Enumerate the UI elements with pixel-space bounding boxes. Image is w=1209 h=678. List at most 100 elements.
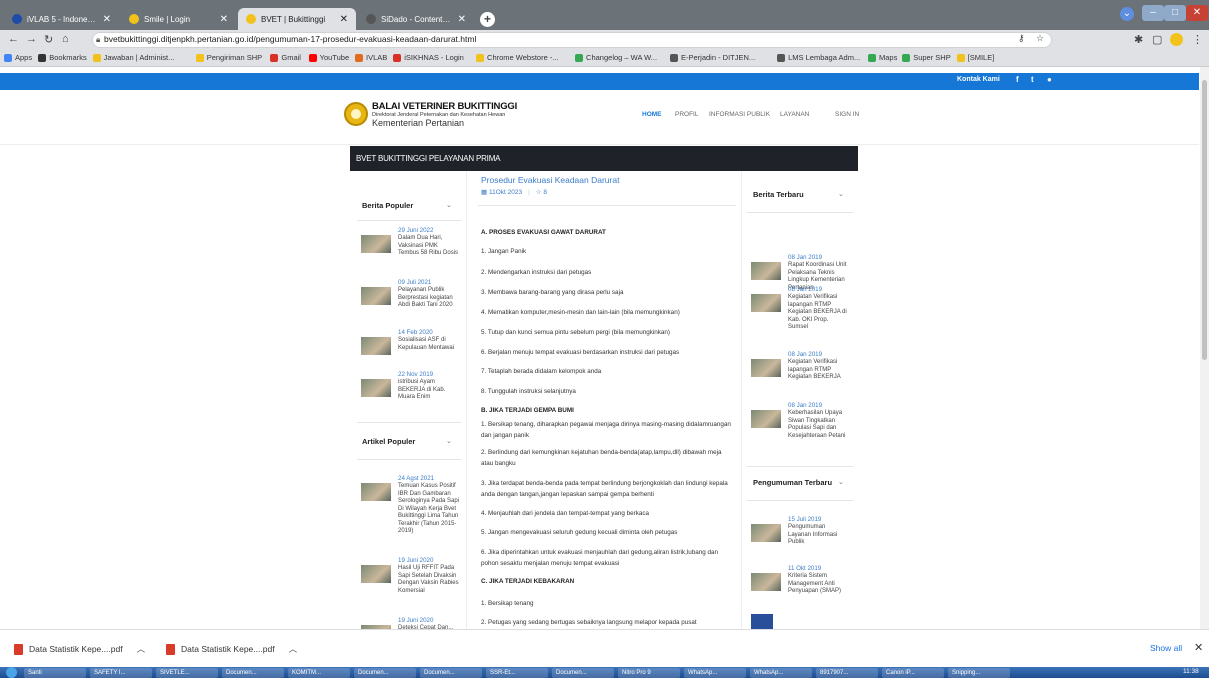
star-icon[interactable]: ☆ — [1036, 33, 1044, 44]
twitter-icon[interactable]: t — [1031, 75, 1034, 84]
taskbar-item[interactable]: Snipping... — [948, 668, 1010, 678]
bookmark-item[interactable]: [SMILE] — [956, 53, 994, 62]
tab-close-icon[interactable]: ✕ — [97, 14, 111, 25]
taskbar-item[interactable]: SIVETLE... — [156, 668, 218, 678]
contact-link[interactable]: Kontak Kami — [957, 76, 1000, 83]
tab-4[interactable]: SiDado - Content Data✕ — [358, 8, 474, 30]
tab-close-icon[interactable]: ✕ — [334, 14, 348, 25]
reload-icon[interactable]: ↻ — [44, 33, 53, 46]
bookmark-item[interactable]: E-Perjadin - DITJEN... — [670, 53, 755, 62]
bookmark-item[interactable]: Super SHP — [902, 53, 951, 62]
url-text[interactable]: bvetbukittinggi.ditjenpkh.pertanian.go.i… — [104, 34, 476, 44]
bookmark-item[interactable]: Changelog – WA W... — [575, 53, 657, 62]
thumbnail[interactable] — [361, 287, 391, 305]
nav-layanan[interactable]: LAYANAN — [780, 111, 809, 118]
chevron-down-icon[interactable]: ⌄ — [446, 437, 452, 445]
menu-icon[interactable]: ⋮ — [1192, 33, 1203, 46]
taskbar-item[interactable]: Santi — [24, 668, 86, 678]
item-title[interactable]: Kegiatan Verifikasi lapangan RTMP Kegiat… — [788, 359, 850, 382]
taskbar-item[interactable]: KOMITM... — [288, 668, 350, 678]
tab-close-icon[interactable]: ✕ — [214, 14, 228, 25]
nav-profil[interactable]: PROFIL — [675, 111, 698, 118]
thumbnail[interactable] — [751, 262, 781, 280]
thumbnail[interactable] — [751, 359, 781, 377]
thumbnail[interactable] — [361, 337, 391, 355]
sidepanel-icon[interactable]: ▢ — [1152, 33, 1162, 46]
taskbar-item[interactable]: SSR-Et... — [486, 668, 548, 678]
bookmark-item[interactable]: iSIKHNAS - Login — [393, 53, 464, 62]
extensions-icon[interactable]: ✱ — [1134, 33, 1143, 46]
item-title[interactable]: Pengumuman Layanan Informasi Publik — [788, 524, 850, 547]
bookmark-item[interactable]: Apps — [4, 53, 32, 62]
back-icon[interactable]: ← — [8, 33, 19, 45]
taskbar-item[interactable]: Nitro Pro 9 — [618, 668, 680, 678]
key-icon[interactable]: ⚷ — [1018, 33, 1025, 44]
taskbar-item[interactable]: Documen... — [222, 668, 284, 678]
announcement-thumbnail[interactable] — [751, 614, 773, 630]
item-title[interactable]: istribusi Ayam BEKERJA di Kab. Muara Eni… — [398, 379, 460, 402]
tab-close-icon[interactable]: ✕ — [452, 14, 466, 25]
bookmark-item[interactable]: YouTube — [308, 53, 349, 62]
minimize-button[interactable]: – — [1142, 5, 1164, 21]
tab-3[interactable]: BVET | Bukittinggi ✕ — [238, 8, 356, 30]
taskbar-item[interactable]: Documen... — [552, 668, 614, 678]
item-title[interactable]: Kriteria Sistem Management Anti Penyuapa… — [788, 573, 850, 596]
bookmark-item[interactable]: LMS Lembaga Adm... — [777, 53, 860, 62]
show-all-link[interactable]: Show all — [1150, 643, 1182, 653]
chevron-up-icon[interactable]: ︿ — [289, 643, 298, 655]
avatar[interactable] — [1170, 33, 1183, 46]
taskbar-item[interactable]: Documen... — [420, 668, 482, 678]
nav-home[interactable]: HOME — [642, 111, 662, 118]
item-title[interactable]: Dalam Dua Hari, Vaksinasi PMK Tembus 58 … — [398, 235, 460, 258]
bookmark-item[interactable]: Maps — [868, 53, 897, 62]
thumbnail[interactable] — [751, 294, 781, 312]
thumbnail[interactable] — [751, 524, 781, 542]
tab-1[interactable]: iVLAB 5 - Indonesian Veteriner I...✕ — [4, 8, 119, 30]
facebook-icon[interactable]: f — [1016, 75, 1019, 84]
taskbar-item[interactable]: Canon iP... — [882, 668, 944, 678]
bookmark-item[interactable]: Chrome Webstore -... — [476, 53, 559, 62]
logo[interactable] — [344, 102, 368, 126]
taskbar-item[interactable]: WhatsAp... — [684, 668, 746, 678]
taskbar-item[interactable]: Documen... — [354, 668, 416, 678]
download-item[interactable]: Data Statistik Kepe....pdf ︿ — [166, 643, 297, 655]
bookmark-item[interactable]: Gmail — [270, 53, 301, 62]
item-title[interactable]: Hasil Uji RFFIT Pada Sapi Setelah Divaks… — [398, 565, 460, 595]
thumbnail[interactable] — [361, 483, 391, 501]
taskbar-item[interactable]: 8917907... — [816, 668, 878, 678]
bookmark-item[interactable]: IVLAB — [355, 53, 387, 62]
nav-sign-in[interactable]: SIGN IN — [835, 111, 859, 118]
chevron-down-icon[interactable]: ⌄ — [446, 201, 452, 209]
brand-title[interactable]: BALAI VETERINER BUKITTINGGI — [372, 101, 517, 112]
scrollbar-thumb[interactable] — [1202, 80, 1207, 360]
chevron-down-icon[interactable]: ⌄ — [838, 478, 844, 486]
taskbar-item[interactable]: SAFETY I... — [90, 668, 152, 678]
bookmark-item[interactable]: Pengiriman SHP — [195, 53, 262, 62]
nav-informasi-publik[interactable]: INFORMASI PUBLIK — [709, 111, 770, 118]
chevron-down-icon[interactable]: ⌄ — [838, 190, 844, 198]
thumbnail[interactable] — [361, 379, 391, 397]
home-icon[interactable]: ⌂ — [62, 33, 69, 45]
bookmark-item[interactable]: Bookmarks — [38, 53, 87, 62]
new-tab-button[interactable]: + — [480, 12, 495, 27]
item-title[interactable]: Temuan Kasus Positif IBR Dan Gambaran Se… — [398, 483, 460, 536]
item-title[interactable]: Pelayanan Publik Berprestasi kegiatan Ab… — [398, 287, 460, 310]
taskbar-item[interactable]: WhatsAp... — [750, 668, 812, 678]
chevron-up-icon[interactable]: ︿ — [137, 643, 146, 655]
item-title[interactable]: Keberhasilan Upaya Siwan Tingkatkan Popu… — [788, 410, 850, 440]
instagram-icon[interactable]: ● — [1047, 75, 1052, 84]
thumbnail[interactable] — [751, 573, 781, 591]
profile-chevron-icon[interactable]: ⌄ — [1120, 7, 1134, 21]
maximize-button[interactable]: □ — [1164, 5, 1186, 21]
start-button[interactable] — [6, 667, 17, 678]
thumbnail[interactable] — [361, 235, 391, 253]
thumbnail[interactable] — [361, 565, 391, 583]
close-icon[interactable]: ✕ — [1194, 641, 1203, 654]
bookmark-item[interactable]: Jawaban | Administ... — [92, 53, 174, 62]
thumbnail[interactable] — [751, 410, 781, 428]
item-title[interactable]: Sosialisasi ASF di Kepulauan Mentawai — [398, 337, 460, 352]
item-title[interactable]: Kegiatan Verifikasi lapangan RTMP Kegiat… — [788, 294, 850, 332]
forward-icon[interactable]: → — [26, 33, 37, 45]
tab-2[interactable]: Smile | Login ✕ — [121, 8, 236, 30]
close-window-button[interactable]: ✕ — [1186, 5, 1208, 21]
